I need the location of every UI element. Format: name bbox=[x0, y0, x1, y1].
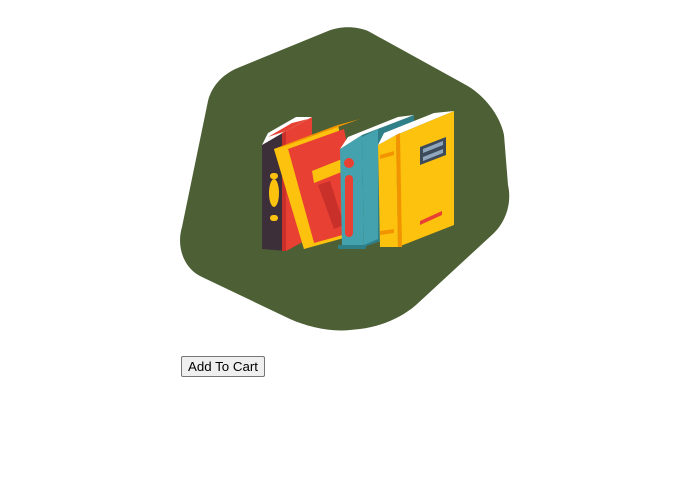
page: Add To Cart bbox=[0, 0, 685, 486]
add-to-cart-button[interactable]: Add To Cart bbox=[181, 356, 265, 377]
books-icon bbox=[180, 27, 510, 331]
book-yellow bbox=[378, 111, 454, 247]
